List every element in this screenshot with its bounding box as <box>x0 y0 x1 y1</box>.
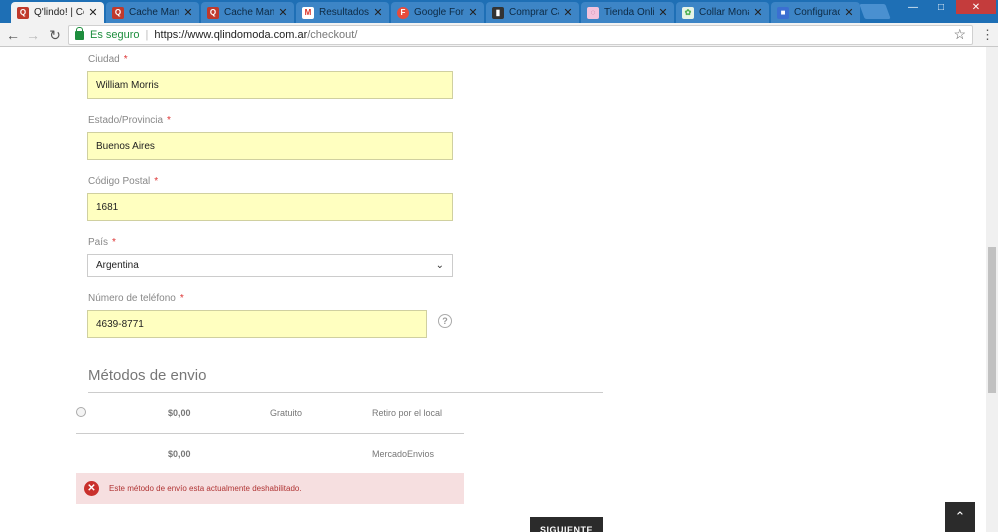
city-field[interactable]: William Morris <box>87 71 453 99</box>
close-icon[interactable]: ✕ <box>753 6 763 19</box>
leaf-icon: ✿ <box>682 6 694 19</box>
checkout-page: Ciudad * William Morris Estado/Provincia *… <box>0 47 986 532</box>
tab-title: Google Font <box>414 7 464 18</box>
tab-configuracion[interactable]: ■ Configuracio ✕ <box>771 2 860 23</box>
browser-menu-icon[interactable]: ⋮ <box>981 27 994 43</box>
shipping-method-row: $0,00 MercadoEnvios <box>76 435 464 475</box>
tab-cache-manager-1[interactable]: Q Cache Mana ✕ <box>106 2 199 23</box>
browser-toolbar: ← → ↻ Es seguro | https://www.qlindomoda… <box>0 23 998 47</box>
tab-title: Collar Mona <box>699 7 749 18</box>
city-value: William Morris <box>96 79 159 91</box>
new-tab-button[interactable] <box>859 4 891 19</box>
tab-google-fonts[interactable]: F Google Font ✕ <box>391 2 484 23</box>
error-icon: ✕ <box>84 481 99 496</box>
shipping-row-divider <box>76 433 464 434</box>
shop-icon: ◌ <box>587 6 599 19</box>
url-host: https://www.qlindomoda.com.ar <box>154 29 308 41</box>
qlindo-icon: Q <box>207 6 219 19</box>
gmail-icon: M <box>302 6 314 19</box>
postal-code-label: Código Postal * <box>88 176 159 187</box>
phone-field[interactable]: 4639-8771 <box>87 310 427 338</box>
google-fonts-icon: F <box>397 6 409 19</box>
forward-arrow-icon[interactable]: → <box>24 26 42 44</box>
close-icon[interactable]: ✕ <box>658 6 668 19</box>
phone-value: 4639-8771 <box>96 318 144 330</box>
lock-icon <box>75 26 84 40</box>
scroll-to-top-icon[interactable]: ⌃ <box>945 502 975 532</box>
shipping-disabled-alert: ✕ Este método de envío esta actualmente … <box>76 473 464 504</box>
close-icon[interactable]: ✕ <box>88 6 98 19</box>
shipping-method-row[interactable]: $0,00 Gratuito Retiro por el local <box>76 394 464 434</box>
alert-text: Este método de envío esta actualmente de… <box>109 484 302 493</box>
next-button[interactable]: SIGUIENTE <box>530 517 603 532</box>
bookmark-star-icon[interactable]: ☆ <box>953 26 966 43</box>
close-icon[interactable]: ✕ <box>183 6 193 19</box>
close-icon[interactable]: ✕ <box>468 6 478 19</box>
postal-code-value: 1681 <box>96 201 119 213</box>
radio-button[interactable] <box>76 407 86 417</box>
shipping-methods-title: Métodos de envio <box>88 367 207 384</box>
help-icon[interactable]: ? <box>438 314 452 328</box>
tab-title: Configuracio <box>794 7 840 18</box>
browser-tab-strip: Q Q'lindo! | Co ✕ Q Cache Mana ✕ Q Cache… <box>0 0 998 23</box>
tab-collar-mona[interactable]: ✿ Collar Mona ✕ <box>676 2 769 23</box>
chevron-down-icon: ⌄ <box>435 260 444 271</box>
close-icon[interactable]: ✕ <box>563 6 573 19</box>
reload-icon[interactable]: ↻ <box>46 26 64 44</box>
back-arrow-icon[interactable]: ← <box>4 26 22 44</box>
address-bar[interactable]: Es seguro | https://www.qlindomoda.com.a… <box>68 25 973 45</box>
tab-qlindo-checkout[interactable]: Q Q'lindo! | Co ✕ <box>11 2 104 23</box>
maximize-icon[interactable]: □ <box>928 0 954 14</box>
window-close-icon[interactable]: ✕ <box>956 0 996 14</box>
section-divider <box>88 392 603 393</box>
phone-label: Número de teléfono * <box>88 293 184 304</box>
tab-title: Cache Mana <box>224 7 274 18</box>
shipping-price: $0,00 <box>168 449 191 459</box>
tab-comprar[interactable]: ▮ Comprar Ca ✕ <box>486 2 579 23</box>
qlindo-icon: Q <box>112 6 124 19</box>
url-path: /checkout/ <box>307 29 358 41</box>
address-separator: | <box>145 29 149 41</box>
tab-title: Resultados d <box>319 7 369 18</box>
state-field[interactable]: Buenos Aires <box>87 132 453 160</box>
tab-tienda-online[interactable]: ◌ Tienda Onli ✕ <box>581 2 674 23</box>
tab-gmail[interactable]: M Resultados d ✕ <box>296 2 389 23</box>
tab-title: Q'lindo! | Co <box>34 7 84 18</box>
tab-cache-manager-2[interactable]: Q Cache Mana ✕ <box>201 2 294 23</box>
country-label: País * <box>88 237 116 248</box>
close-icon[interactable]: ✕ <box>373 6 383 19</box>
qlindo-icon: Q <box>17 6 29 19</box>
shipping-price: $0,00 <box>168 408 191 418</box>
city-label: Ciudad * <box>88 54 128 65</box>
tab-title: Tienda Onli <box>604 7 654 18</box>
close-icon[interactable]: ✕ <box>278 6 288 19</box>
close-icon[interactable]: ✕ <box>844 6 854 19</box>
page-scrollbar[interactable] <box>986 47 998 532</box>
settings-page-icon: ■ <box>777 6 789 19</box>
postal-code-field[interactable]: 1681 <box>87 193 453 221</box>
country-value: Argentina <box>96 260 139 271</box>
shipping-name: MercadoEnvios <box>372 449 435 459</box>
shipping-name: Retiro por el local <box>372 408 443 418</box>
country-select[interactable]: Argentina ⌄ <box>87 254 453 277</box>
state-value: Buenos Aires <box>96 140 155 152</box>
scrollbar-thumb[interactable] <box>988 247 996 393</box>
minimize-icon[interactable]: — <box>900 0 926 14</box>
tab-title: Comprar Ca <box>509 7 559 18</box>
tab-title: Cache Mana <box>129 7 179 18</box>
chart-icon: ▮ <box>492 6 504 19</box>
state-label: Estado/Provincia * <box>88 115 171 126</box>
shipping-desc: Gratuito <box>270 408 303 418</box>
secure-indicator: Es seguro <box>90 29 140 41</box>
